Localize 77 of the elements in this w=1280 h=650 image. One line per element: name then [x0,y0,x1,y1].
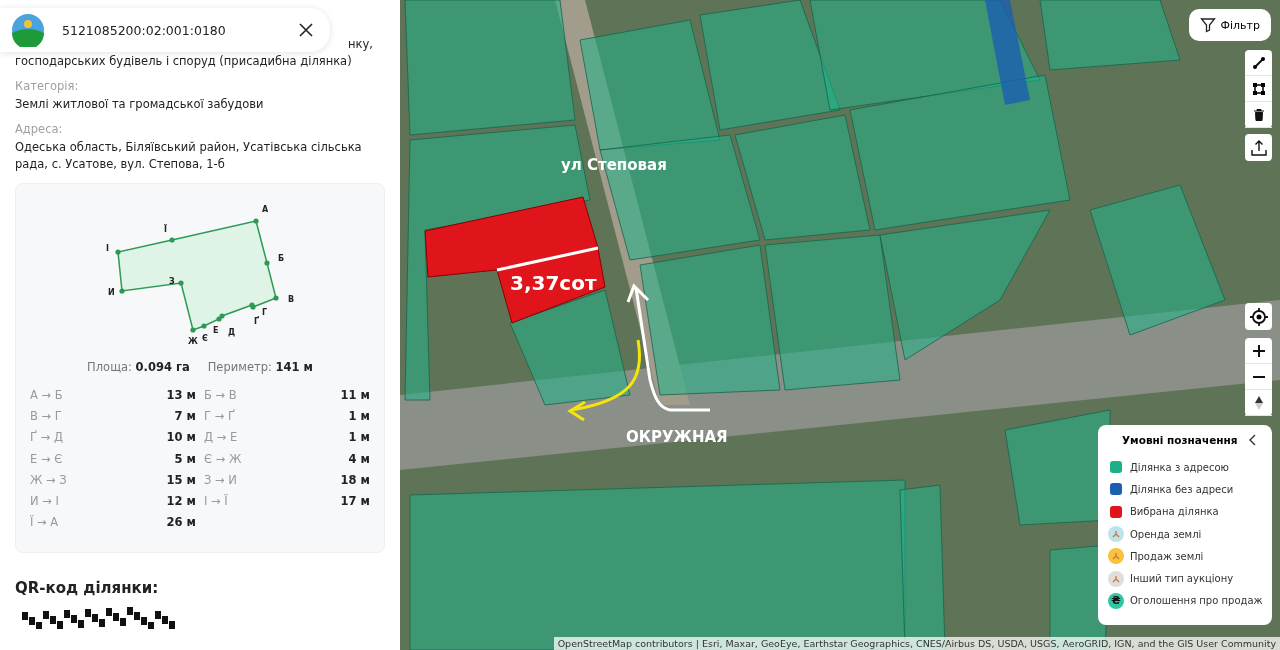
square-icon [1251,81,1266,96]
locate-button[interactable] [1245,303,1272,330]
close-icon [298,22,314,38]
edge-label: І → Ї [204,493,228,510]
legend-label: Продаж землі [1130,550,1204,562]
edge-length: 18 м [340,472,370,489]
edge-length: 5 м [174,451,196,468]
edge-length: 11 м [340,388,370,404]
line-icon [1251,55,1266,70]
filter-button[interactable]: Фільтр [1188,9,1271,41]
currency-icon: ₴ [1108,592,1124,609]
edge-label: И → І [30,493,59,510]
edge-length: 15 м [166,472,196,489]
vertex-label: Г [262,308,268,317]
purpose-text: нку, [348,36,373,53]
legend-label: Вибрана ділянка [1130,506,1219,518]
edge-length: 1 м [348,430,370,447]
vertex-label: Д [228,328,236,337]
edge-label: Ж → З [30,472,67,489]
qr-title: QR-код ділянки: [15,579,160,597]
legend-title: Умовні позначення [1122,434,1238,446]
legend-label: Оголошення про продаж [1130,595,1263,607]
edge-length: 12 м [166,493,196,510]
edge-label: Б → В [204,388,237,404]
edge-label: Ґ → Д [30,430,63,447]
legend-label: Ділянка з адресою [1130,461,1229,473]
collapse-icon[interactable] [1247,434,1258,446]
edge-label: В → Г [30,409,62,426]
edge-length: 13 м [166,388,196,404]
field-label: Категорія: [15,79,80,93]
field-label: Адреса: [15,122,64,136]
edge-label: Д → Е [204,430,238,447]
minus-icon [1252,375,1265,378]
area-text: Площа: 0.094 га [87,360,190,374]
vertex-label: Ж [188,337,198,346]
vertex-label: З [169,277,175,286]
purpose-text: господарських будівель і споруд (присадибна ділянка) [15,53,353,70]
perimeter-text: Периметр: 141 м [207,360,313,374]
legend-label: Ділянка без адреси [1130,483,1234,495]
edge-label: Є → Ж [204,451,242,468]
edge-length: 1 м [348,409,370,426]
vertex-label: И [108,288,115,297]
share-button[interactable] [1245,134,1272,161]
edge-label: З → И [204,472,237,489]
vertex-label: А [262,205,269,214]
legend-label: Оренда землі [1130,528,1202,540]
legend-label: Інший тип аукціону [1130,573,1234,585]
edge-length: 10 м [166,430,196,447]
edge-length: 4 м [348,451,370,468]
share-icon [1249,138,1268,157]
cadastral-number: 5121085200:02:001:0180 [62,22,227,38]
target-icon [1249,307,1268,326]
vertex-label: Ї [164,225,167,234]
logo-icon [11,13,45,47]
edge-length: 26 м [166,515,196,532]
road-label: ОКРУЖНАЯ [626,428,728,446]
field-value: Одеська область, Біляївський район, Усатівська сільська рада, с. Усатове, вул. Степова, 1-б [15,139,363,173]
edge-label: Е → Є [30,451,63,468]
street-label: ул Степовая [561,156,667,174]
plus-icon [1251,343,1266,358]
area-label: 3,37сот [510,271,597,295]
edge-label: Ї → А [30,515,59,532]
vertex-label: В [288,295,295,304]
edge-length: 7 м [174,409,196,426]
vertex-label: Б [278,254,285,263]
edge-length: 17 м [340,493,370,510]
vertex-label: Ґ [254,317,260,326]
map-attribution: OpenStreetMap contributors | Esri, Maxar, GeoEye, Earthstar Geographics, CNES/Airbus DS, USDA, USGS, AeroGRID, IGN, and the GIS User Community [553,637,1280,650]
trash-icon [1251,107,1266,122]
edge-label: Г → Ґ [204,409,235,426]
vertex-label: Є [202,334,208,343]
filter-icon [1199,17,1216,33]
edge-label: А → Б [30,388,63,404]
vertex-label: І [106,244,109,253]
compass-icon [1253,394,1264,411]
field-value: Землі житлової та громадської забудови [15,96,265,113]
vertex-label: Е [213,326,219,335]
